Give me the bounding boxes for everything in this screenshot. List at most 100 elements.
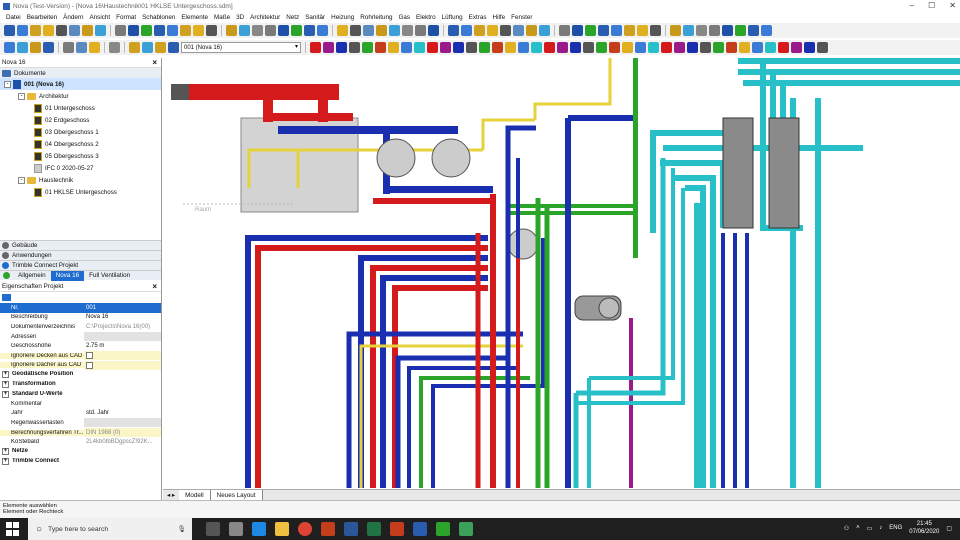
chrome-icon[interactable] (298, 522, 312, 536)
property-row[interactable]: + Standard U-Werte (0, 389, 161, 399)
nova-alt-icon[interactable] (436, 522, 450, 536)
word-icon[interactable] (344, 522, 358, 536)
toolbar-tool-icon[interactable] (291, 25, 302, 36)
toolbar-network-icon[interactable] (635, 42, 646, 53)
toolbar-tool-icon[interactable] (30, 25, 41, 36)
toolbar-network-icon[interactable] (466, 42, 477, 53)
toolbar-tool-icon[interactable] (559, 25, 570, 36)
grid-icon[interactable] (17, 42, 28, 53)
edge-icon[interactable] (252, 522, 266, 536)
expand-icon[interactable]: + (2, 457, 9, 465)
collapse-icon[interactable]: - (4, 80, 11, 88)
toolbar-network-icon[interactable] (531, 42, 542, 53)
toolbar-tool-icon[interactable] (363, 25, 374, 36)
tree-item-floor[interactable]: IFC 0 2020-05-27 (0, 162, 161, 174)
toolbar-tool-icon[interactable] (487, 25, 498, 36)
property-row[interactable]: Ignoriere Dächer aus CAD (0, 360, 161, 371)
menu-item-11[interactable]: Sanitär (302, 14, 328, 21)
toolbar-tool-icon[interactable] (115, 25, 126, 36)
toolbar-tool-icon[interactable] (206, 25, 217, 36)
toolbar-network-icon[interactable] (362, 42, 373, 53)
tree-item-floor[interactable]: 03 Obergeschoss 1 (0, 126, 161, 138)
powerpoint-icon[interactable] (321, 522, 335, 536)
menu-item-15[interactable]: Elektro (413, 14, 439, 21)
toolbar-tool-icon[interactable] (239, 25, 250, 36)
toolbar-tool-icon[interactable] (167, 25, 178, 36)
task-view-icon[interactable] (206, 522, 220, 536)
tab-modell[interactable]: Modell (179, 490, 211, 500)
menu-item-0[interactable]: Datei (3, 14, 24, 21)
toolbar-network-icon[interactable] (479, 42, 490, 53)
property-row[interactable]: Nr. 001 (0, 303, 161, 313)
toolbar-tool-icon[interactable] (226, 25, 237, 36)
toolbar-tool-icon[interactable] (389, 25, 400, 36)
toolbar-network-icon[interactable] (388, 42, 399, 53)
tree-root[interactable]: - 001 (Nova 16) (0, 78, 161, 90)
section-gebaeude[interactable]: Gebäude (0, 240, 161, 250)
acrobat-icon[interactable] (390, 522, 404, 536)
toolbar-network-icon[interactable] (570, 42, 581, 53)
taskbar-search[interactable]: ○ Type here to search 🎙 (28, 518, 192, 540)
section-anwendungen[interactable]: Anwendungen (0, 250, 161, 260)
menu-item-16[interactable]: Lüftung (439, 14, 466, 21)
toolbar-network-icon[interactable] (622, 42, 633, 53)
toolbar-tool-icon[interactable] (180, 25, 191, 36)
menu-item-9[interactable]: Architektur (247, 14, 283, 21)
toolbar-network-icon[interactable] (791, 42, 802, 53)
project-combo[interactable]: 001 (Nova 16) ▾ (181, 42, 301, 53)
toolbar-tool-icon[interactable] (748, 25, 759, 36)
close-icon[interactable]: × (152, 58, 157, 67)
tree-item-floor[interactable]: 05 Obergeschoss 3 (0, 150, 161, 162)
toolbar-network-icon[interactable] (557, 42, 568, 53)
people-icon[interactable]: ⚇ (844, 525, 849, 532)
toolbar-network-icon[interactable] (739, 42, 750, 53)
folder-up-icon[interactable] (155, 42, 166, 53)
tab-nova16[interactable]: Nova 16 (50, 270, 85, 281)
toolbar-network-icon[interactable] (544, 42, 555, 53)
toolbar-tool-icon[interactable] (43, 25, 54, 36)
explorer-icon[interactable] (275, 522, 289, 536)
toolbar-network-icon[interactable] (778, 42, 789, 53)
toolbar-network-icon[interactable] (609, 42, 620, 53)
property-row[interactable]: + Trimble Connect (0, 457, 161, 467)
toolbar-tool-icon[interactable] (461, 25, 472, 36)
toolbar-tool-icon[interactable] (735, 25, 746, 36)
tree-item-floor[interactable]: 01 Untergeschoss (0, 102, 161, 114)
property-row[interactable]: Beschreibung Nova 16 (0, 313, 161, 323)
toolbar-tool-icon[interactable] (526, 25, 537, 36)
toolbar-tool-icon[interactable] (128, 25, 139, 36)
checkbox[interactable] (86, 361, 93, 369)
mic-icon[interactable]: 🎙 (177, 525, 186, 533)
collapse-icon[interactable]: - (18, 92, 25, 100)
toolbar-tool-icon[interactable] (722, 25, 733, 36)
volume-icon[interactable]: ♪ (879, 525, 882, 531)
text-icon[interactable] (43, 42, 54, 53)
toolbar-tool-icon[interactable] (683, 25, 694, 36)
maximize-icon[interactable]: ☐ (928, 1, 935, 10)
windows-start-icon[interactable] (6, 522, 20, 536)
menu-item-5[interactable]: Schablonen (139, 14, 178, 21)
menu-item-1[interactable]: Bearbeiten (24, 14, 60, 21)
toolbar-network-icon[interactable] (336, 42, 347, 53)
toolbar-network-icon[interactable] (674, 42, 685, 53)
collapse-icon[interactable]: - (18, 176, 25, 184)
property-row[interactable]: + Netze (0, 447, 161, 457)
toolbar-network-icon[interactable] (713, 42, 724, 53)
toolbar-tool-icon[interactable] (572, 25, 583, 36)
toolbar-network-icon[interactable] (817, 42, 828, 53)
property-row[interactable]: Adressen (0, 332, 161, 342)
layer-icon[interactable] (4, 42, 15, 53)
property-row[interactable]: + Transformation (0, 380, 161, 390)
expand-icon[interactable]: + (2, 448, 9, 456)
property-row[interactable]: Geschosshöhe 2.75 m (0, 341, 161, 351)
tree-item-floor[interactable]: 04 Obergeschoss 2 (0, 138, 161, 150)
language-indicator[interactable]: ENG (889, 525, 902, 531)
toolbar-tool-icon[interactable] (539, 25, 550, 36)
toolbar-network-icon[interactable] (700, 42, 711, 53)
toolbar-network-icon[interactable] (310, 42, 321, 53)
toolbar-tool-icon[interactable] (82, 25, 93, 36)
property-row[interactable]: KoStebaId 2L4kb0IbBDgpscZ!92K... (0, 437, 161, 447)
toolbar-tool-icon[interactable] (500, 25, 511, 36)
toolbar-network-icon[interactable] (440, 42, 451, 53)
toolbar-tool-icon[interactable] (193, 25, 204, 36)
